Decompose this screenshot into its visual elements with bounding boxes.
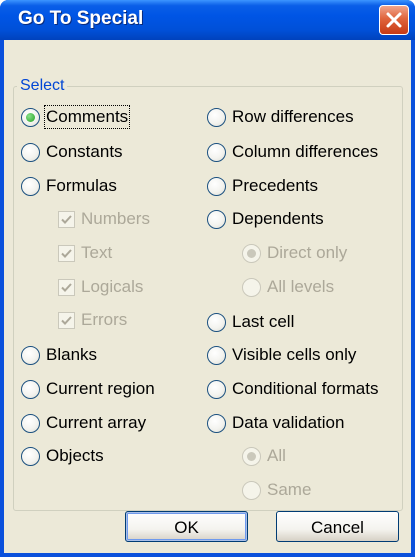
- option-label: Column differences: [232, 142, 379, 161]
- option-label: Same: [267, 480, 312, 499]
- check-errors: Errors: [58, 309, 127, 331]
- option-label: Formulas: [46, 176, 117, 195]
- option-precedents[interactable]: Precedents: [207, 175, 318, 197]
- option-label: Blanks: [46, 345, 98, 364]
- option-validation-same: Same: [242, 479, 311, 501]
- option-label: Current region: [46, 379, 155, 398]
- check-icon: [58, 278, 75, 296]
- radio-current-region[interactable]: [21, 379, 40, 399]
- option-comments[interactable]: Comments: [21, 105, 131, 129]
- check-label: Logicals: [81, 277, 144, 296]
- option-label: Comments: [43, 105, 131, 129]
- check-numbers: Numbers: [58, 208, 150, 230]
- option-label: Last cell: [232, 312, 295, 331]
- option-label: Constants: [46, 142, 123, 161]
- radio-constants[interactable]: [21, 142, 40, 162]
- ok-button[interactable]: OK: [125, 511, 248, 542]
- option-visible-cells-only[interactable]: Visible cells only: [207, 344, 356, 366]
- option-last-cell[interactable]: Last cell: [207, 311, 294, 333]
- radio-validation-all: [242, 446, 261, 466]
- radio-precedents[interactable]: [207, 176, 226, 196]
- option-label: Data validation: [232, 413, 345, 432]
- option-label: All: [267, 446, 286, 465]
- option-all-levels: All levels: [242, 276, 334, 298]
- option-column-differences[interactable]: Column differences: [207, 141, 378, 163]
- group-label: Select: [17, 77, 68, 95]
- dialog-title: Go To Special: [18, 8, 144, 29]
- radio-validation-same: [242, 480, 261, 500]
- option-current-array[interactable]: Current array: [21, 412, 146, 434]
- option-label: Precedents: [232, 176, 318, 195]
- title-bar[interactable]: Go To Special: [0, 0, 415, 40]
- go-to-special-dialog: Go To Special Select Comments Constants …: [0, 0, 415, 557]
- option-dependents[interactable]: Dependents: [207, 208, 324, 230]
- radio-last-cell[interactable]: [207, 312, 226, 332]
- cancel-button[interactable]: Cancel: [276, 511, 399, 542]
- option-blanks[interactable]: Blanks: [21, 344, 97, 366]
- option-formulas[interactable]: Formulas: [21, 175, 117, 197]
- check-label: Numbers: [81, 209, 150, 228]
- check-label: Text: [81, 243, 113, 262]
- close-button[interactable]: [379, 5, 409, 35]
- option-label: Current array: [46, 413, 147, 432]
- option-direct-only: Direct only: [242, 242, 347, 264]
- check-icon: [58, 210, 75, 228]
- check-label: Errors: [81, 310, 128, 329]
- check-icon: [58, 311, 75, 329]
- option-validation-all: All: [242, 445, 286, 467]
- option-current-region[interactable]: Current region: [21, 378, 155, 400]
- radio-dependents[interactable]: [207, 209, 226, 229]
- radio-data-validation[interactable]: [207, 413, 226, 433]
- radio-objects[interactable]: [21, 446, 40, 466]
- option-label: Conditional formats: [232, 379, 379, 398]
- radio-comments[interactable]: [21, 107, 40, 127]
- check-logicals: Logicals: [58, 276, 143, 298]
- radio-row-differences[interactable]: [207, 107, 226, 127]
- check-icon: [58, 244, 75, 262]
- option-label: Direct only: [267, 243, 348, 262]
- radio-conditional-formats[interactable]: [207, 379, 226, 399]
- option-label: Visible cells only: [232, 345, 357, 364]
- option-label: Objects: [46, 446, 104, 465]
- radio-all-levels: [242, 277, 261, 297]
- radio-direct-only: [242, 243, 261, 263]
- check-text: Text: [58, 242, 112, 264]
- option-data-validation[interactable]: Data validation: [207, 412, 344, 434]
- option-row-differences[interactable]: Row differences: [207, 106, 354, 128]
- radio-current-array[interactable]: [21, 413, 40, 433]
- option-label: Dependents: [232, 209, 324, 228]
- option-label: Row differences: [232, 107, 354, 126]
- option-conditional-formats[interactable]: Conditional formats: [207, 378, 378, 400]
- radio-visible-cells-only[interactable]: [207, 345, 226, 365]
- radio-blanks[interactable]: [21, 345, 40, 365]
- option-constants[interactable]: Constants: [21, 141, 123, 163]
- option-label: All levels: [267, 277, 335, 296]
- option-objects[interactable]: Objects: [21, 445, 104, 467]
- radio-formulas[interactable]: [21, 176, 40, 196]
- radio-column-differences[interactable]: [207, 142, 226, 162]
